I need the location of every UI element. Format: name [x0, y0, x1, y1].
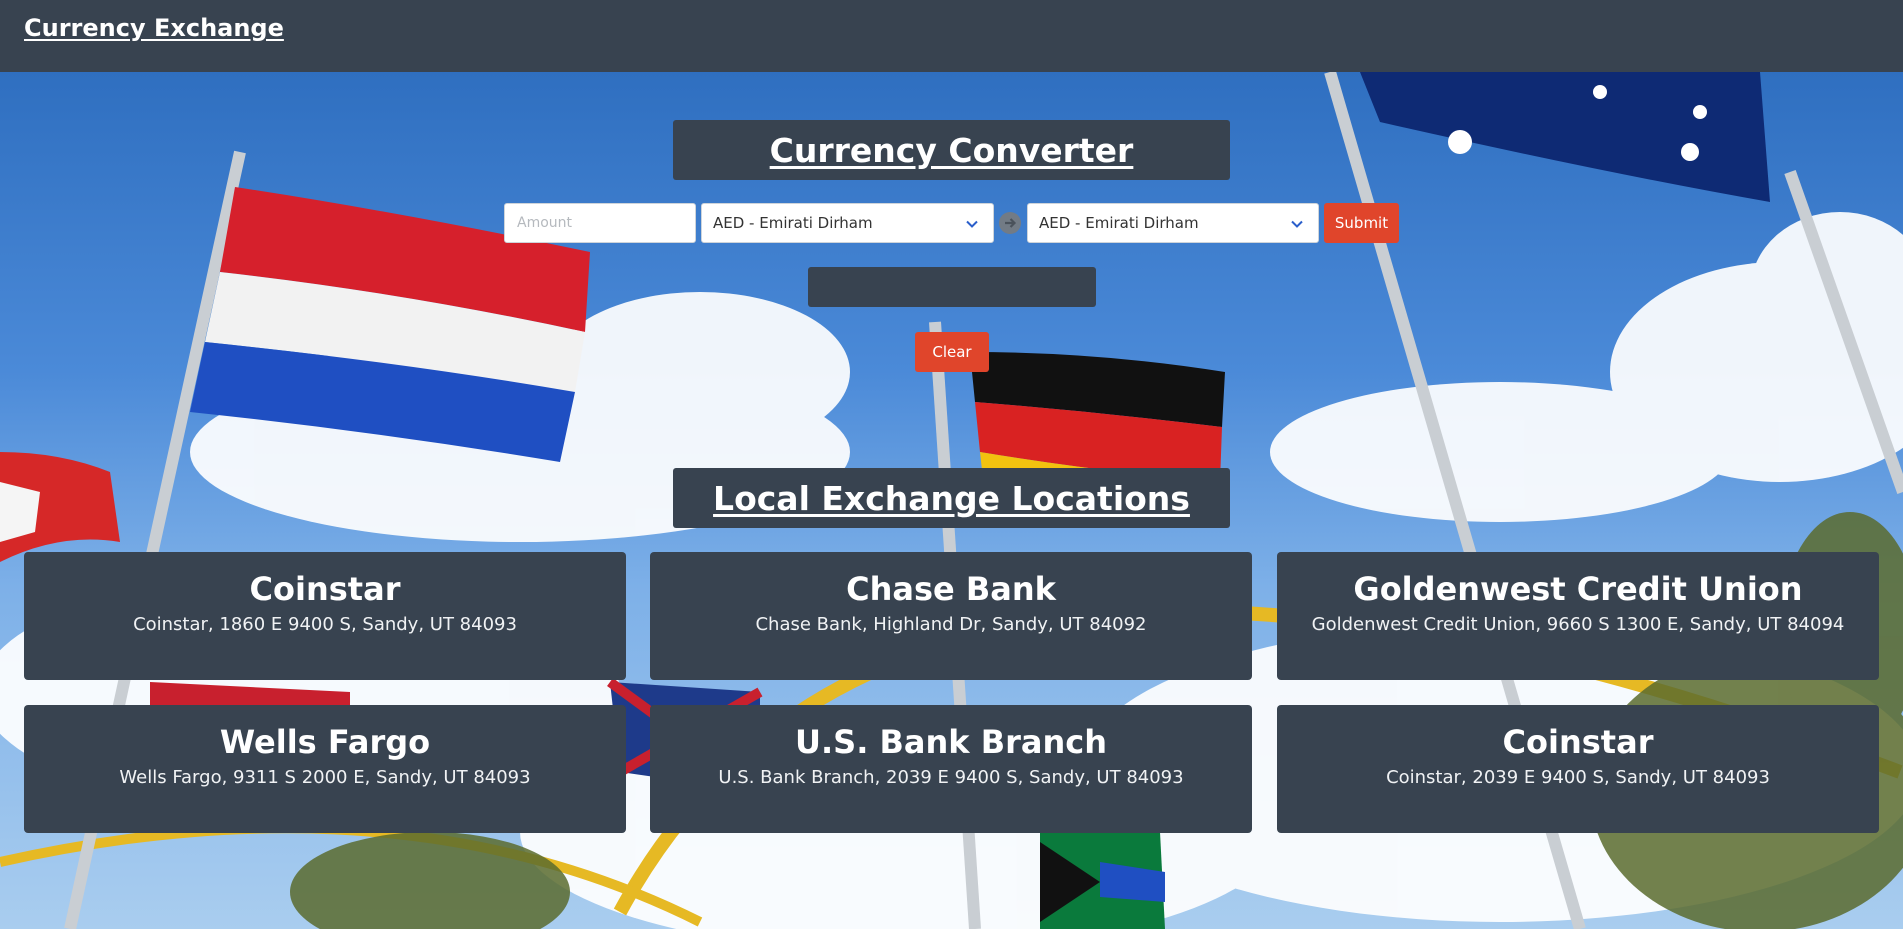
location-address: U.S. Bank Branch, 2039 E 9400 S, Sandy, …	[718, 767, 1184, 788]
location-address: Coinstar, 1860 E 9400 S, Sandy, UT 84093	[133, 614, 517, 635]
locations-title: Local Exchange Locations	[673, 468, 1230, 528]
location-address: Coinstar, 2039 E 9400 S, Sandy, UT 84093	[1386, 767, 1770, 788]
location-name: Coinstar	[249, 570, 401, 608]
from-currency-select[interactable]: AED - Emirati Dirham	[701, 203, 994, 243]
location-address: Chase Bank, Highland Dr, Sandy, UT 84092	[755, 614, 1147, 635]
converter-form: AED - Emirati Dirham AED - Emirati Dirha…	[0, 203, 1903, 243]
to-currency-select[interactable]: AED - Emirati Dirham	[1027, 203, 1319, 243]
location-card[interactable]: Coinstar Coinstar, 1860 E 9400 S, Sandy,…	[24, 552, 626, 680]
location-address: Goldenwest Credit Union, 9660 S 1300 E, …	[1311, 614, 1845, 635]
location-address: Wells Fargo, 9311 S 2000 E, Sandy, UT 84…	[119, 767, 531, 788]
from-currency-value: AED - Emirati Dirham	[713, 214, 873, 232]
location-card[interactable]: Chase Bank Chase Bank, Highland Dr, Sand…	[650, 552, 1252, 680]
to-currency-value: AED - Emirati Dirham	[1039, 214, 1199, 232]
arrow-right-circle-icon[interactable]	[999, 212, 1021, 234]
location-name: U.S. Bank Branch	[795, 723, 1107, 761]
location-name: Wells Fargo	[219, 723, 431, 761]
brand-link[interactable]: Currency Exchange	[24, 14, 284, 42]
location-card[interactable]: Wells Fargo Wells Fargo, 9311 S 2000 E, …	[24, 705, 626, 833]
location-name: Coinstar	[1502, 723, 1654, 761]
chevron-down-icon	[966, 220, 978, 228]
location-name: Goldenwest Credit Union	[1353, 570, 1803, 608]
location-card[interactable]: Goldenwest Credit Union Goldenwest Credi…	[1277, 552, 1879, 680]
location-card[interactable]: Coinstar Coinstar, 2039 E 9400 S, Sandy,…	[1277, 705, 1879, 833]
conversion-result	[808, 267, 1096, 307]
chevron-down-icon	[1291, 220, 1303, 228]
submit-button[interactable]: Submit	[1324, 203, 1399, 243]
amount-input[interactable]	[504, 203, 696, 243]
location-card[interactable]: U.S. Bank Branch U.S. Bank Branch, 2039 …	[650, 705, 1252, 833]
converter-title: Currency Converter	[673, 120, 1230, 180]
navbar: Currency Exchange	[0, 0, 1903, 72]
clear-button[interactable]: Clear	[915, 332, 989, 372]
location-name: Chase Bank	[846, 570, 1056, 608]
